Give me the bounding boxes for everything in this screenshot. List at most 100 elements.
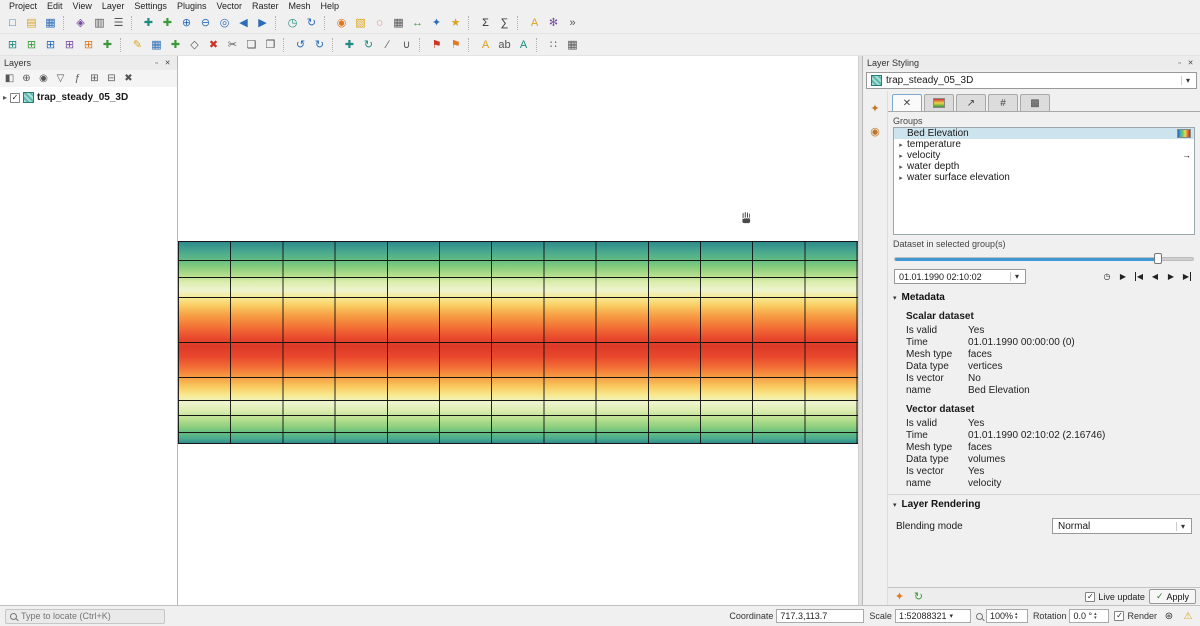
- close-panel-icon[interactable]: ✕: [162, 58, 173, 69]
- section-collapse-icon[interactable]: ▾: [893, 501, 897, 509]
- expander-icon[interactable]: ▸: [897, 174, 905, 182]
- statistics-icon[interactable]: ∑: [495, 13, 514, 32]
- remove-layer-icon[interactable]: ✖: [121, 71, 136, 86]
- pan-to-selection-icon[interactable]: ✚: [158, 13, 177, 32]
- metadata-section-header[interactable]: ▾ Metadata: [888, 288, 1200, 305]
- spinner-arrows-icon[interactable]: ▴▾: [1015, 612, 1018, 620]
- filter-expression-icon[interactable]: ƒ: [70, 71, 85, 86]
- field-calculator-icon[interactable]: Σ: [476, 13, 495, 32]
- temporal-controller-icon[interactable]: ◷: [283, 13, 302, 32]
- open-layer-styling-icon[interactable]: ◧: [2, 71, 17, 86]
- add-group-icon[interactable]: ⊕: [19, 71, 34, 86]
- layer-visibility-checkbox[interactable]: ✓: [10, 93, 20, 103]
- expander-icon[interactable]: ▸: [3, 93, 7, 102]
- zoom-in-icon[interactable]: ⊕: [177, 13, 196, 32]
- label-settings-icon[interactable]: ab: [495, 35, 514, 54]
- move-feature-icon[interactable]: ✚: [340, 35, 359, 54]
- chevron-down-icon[interactable]: ▾: [1181, 76, 1194, 85]
- refresh-map-icon[interactable]: ↻: [302, 13, 321, 32]
- time-combo[interactable]: 01.01.1990 02:10:02 ▾: [894, 269, 1026, 284]
- new-project-icon[interactable]: □: [3, 13, 22, 32]
- merge-features-icon[interactable]: ∪: [397, 35, 416, 54]
- magnifier-spinbox[interactable]: 100% ▴▾: [986, 609, 1028, 623]
- tab-3d-view[interactable]: ▩: [1020, 94, 1050, 111]
- zoom-out-icon[interactable]: ⊖: [196, 13, 215, 32]
- open-project-icon[interactable]: ▤: [22, 13, 41, 32]
- layer-tree-item[interactable]: ▸ ✓ trap_steady_05_3D: [0, 91, 177, 104]
- history-tab-icon[interactable]: ◉: [867, 123, 883, 139]
- group-row-water-surface-elevation[interactable]: ▸ water surface elevation: [894, 172, 1194, 183]
- tab-vectors[interactable]: ↗: [956, 94, 986, 111]
- zoom-next-icon[interactable]: ▶: [253, 13, 272, 32]
- dataset-time-slider[interactable]: [894, 252, 1194, 265]
- chevron-down-icon[interactable]: ▾: [1010, 272, 1023, 281]
- map-canvas[interactable]: [178, 56, 858, 605]
- labeling-icon[interactable]: A: [525, 13, 544, 32]
- expander-icon[interactable]: ▸: [897, 141, 905, 149]
- group-row-temperature[interactable]: ▸ temperature: [894, 139, 1194, 150]
- menu-edit[interactable]: Edit: [42, 1, 68, 11]
- redo-icon[interactable]: ↻: [310, 35, 329, 54]
- symbology-tab-icon[interactable]: ✦: [867, 100, 883, 116]
- menu-project[interactable]: Project: [4, 1, 42, 11]
- snapping-grid-icon[interactable]: ▦: [563, 35, 582, 54]
- identify-features-icon[interactable]: ◉: [332, 13, 351, 32]
- blending-mode-combo[interactable]: Normal ▾: [1052, 518, 1192, 534]
- float-panel-icon[interactable]: ▫: [151, 58, 162, 69]
- float-panel-icon[interactable]: ▫: [1174, 58, 1185, 69]
- rotation-spinbox[interactable]: 0.0 ° ▴▾: [1069, 609, 1109, 623]
- move-label-icon[interactable]: A: [514, 35, 533, 54]
- render-checkbox[interactable]: ✓: [1114, 611, 1124, 621]
- menu-view[interactable]: View: [68, 1, 97, 11]
- add-feature-icon[interactable]: ✚: [166, 35, 185, 54]
- copy-features-icon[interactable]: ❏: [242, 35, 261, 54]
- live-update-checkbox[interactable]: ✓: [1085, 592, 1095, 602]
- zoom-last-icon[interactable]: ◀: [234, 13, 253, 32]
- paste-features-icon[interactable]: ❐: [261, 35, 280, 54]
- messages-icon[interactable]: ⚠: [1181, 609, 1195, 623]
- crs-status-icon[interactable]: ⊛: [1162, 609, 1176, 623]
- time-settings-icon[interactable]: ◷: [1100, 270, 1114, 283]
- cut-features-icon[interactable]: ✂: [223, 35, 242, 54]
- menu-settings[interactable]: Settings: [129, 1, 172, 11]
- scale-combo[interactable]: 1:52088321 ▾: [895, 609, 971, 623]
- map-tips-icon[interactable]: ✦: [427, 13, 446, 32]
- chevron-down-icon[interactable]: ▾: [950, 612, 954, 620]
- group-row-bed-elevation[interactable]: Bed Elevation: [894, 128, 1194, 139]
- add-delimited-text-icon[interactable]: ⊞: [79, 35, 98, 54]
- menu-help[interactable]: Help: [316, 1, 345, 11]
- crs-warning-icon[interactable]: ⚑: [427, 35, 446, 54]
- menu-raster[interactable]: Raster: [247, 1, 284, 11]
- label-toolbar-icon[interactable]: A: [476, 35, 495, 54]
- add-vector-layer-icon[interactable]: ⊞: [22, 35, 41, 54]
- expander-icon[interactable]: ▸: [897, 152, 905, 160]
- vertex-tool-icon[interactable]: ◇: [185, 35, 204, 54]
- deselect-features-icon[interactable]: ◌: [370, 13, 389, 32]
- coordinate-box[interactable]: [776, 609, 864, 623]
- tab-contours[interactable]: [924, 94, 954, 111]
- group-row-velocity[interactable]: ▸ velocity →: [894, 150, 1194, 161]
- skip-previous-icon[interactable]: ◀: [1148, 270, 1162, 283]
- apply-button[interactable]: ✓ Apply: [1149, 589, 1196, 604]
- locate-box[interactable]: [5, 609, 165, 624]
- undo-icon[interactable]: ↺: [291, 35, 310, 54]
- crs-transform-icon[interactable]: ⚑: [446, 35, 465, 54]
- toolbar-grip-icon[interactable]: ∷: [544, 35, 563, 54]
- menu-plugins[interactable]: Plugins: [172, 1, 212, 11]
- add-mesh-layer-icon[interactable]: ⊞: [60, 35, 79, 54]
- attribute-table-icon[interactable]: ▦: [389, 13, 408, 32]
- skip-first-icon[interactable]: ◀: [1132, 270, 1146, 283]
- manage-map-themes-icon[interactable]: ◉: [36, 71, 51, 86]
- new-layout-icon[interactable]: ▥: [90, 13, 109, 32]
- layer-rendering-section-header[interactable]: ▾ Layer Rendering: [888, 495, 1200, 512]
- pan-map-icon[interactable]: ✚: [139, 13, 158, 32]
- expand-all-icon[interactable]: ⊞: [87, 71, 102, 86]
- save-project-icon[interactable]: ▦: [41, 13, 60, 32]
- group-row-water-depth[interactable]: ▸ water depth: [894, 161, 1194, 172]
- processing-toolbox-icon[interactable]: ✻: [544, 13, 563, 32]
- style-options-icon[interactable]: ✦: [892, 589, 907, 604]
- menu-layer[interactable]: Layer: [97, 1, 130, 11]
- dataset-slider-handle[interactable]: [1154, 253, 1162, 264]
- spinner-arrows-icon[interactable]: ▴▾: [1094, 612, 1097, 620]
- split-features-icon[interactable]: ∕: [378, 35, 397, 54]
